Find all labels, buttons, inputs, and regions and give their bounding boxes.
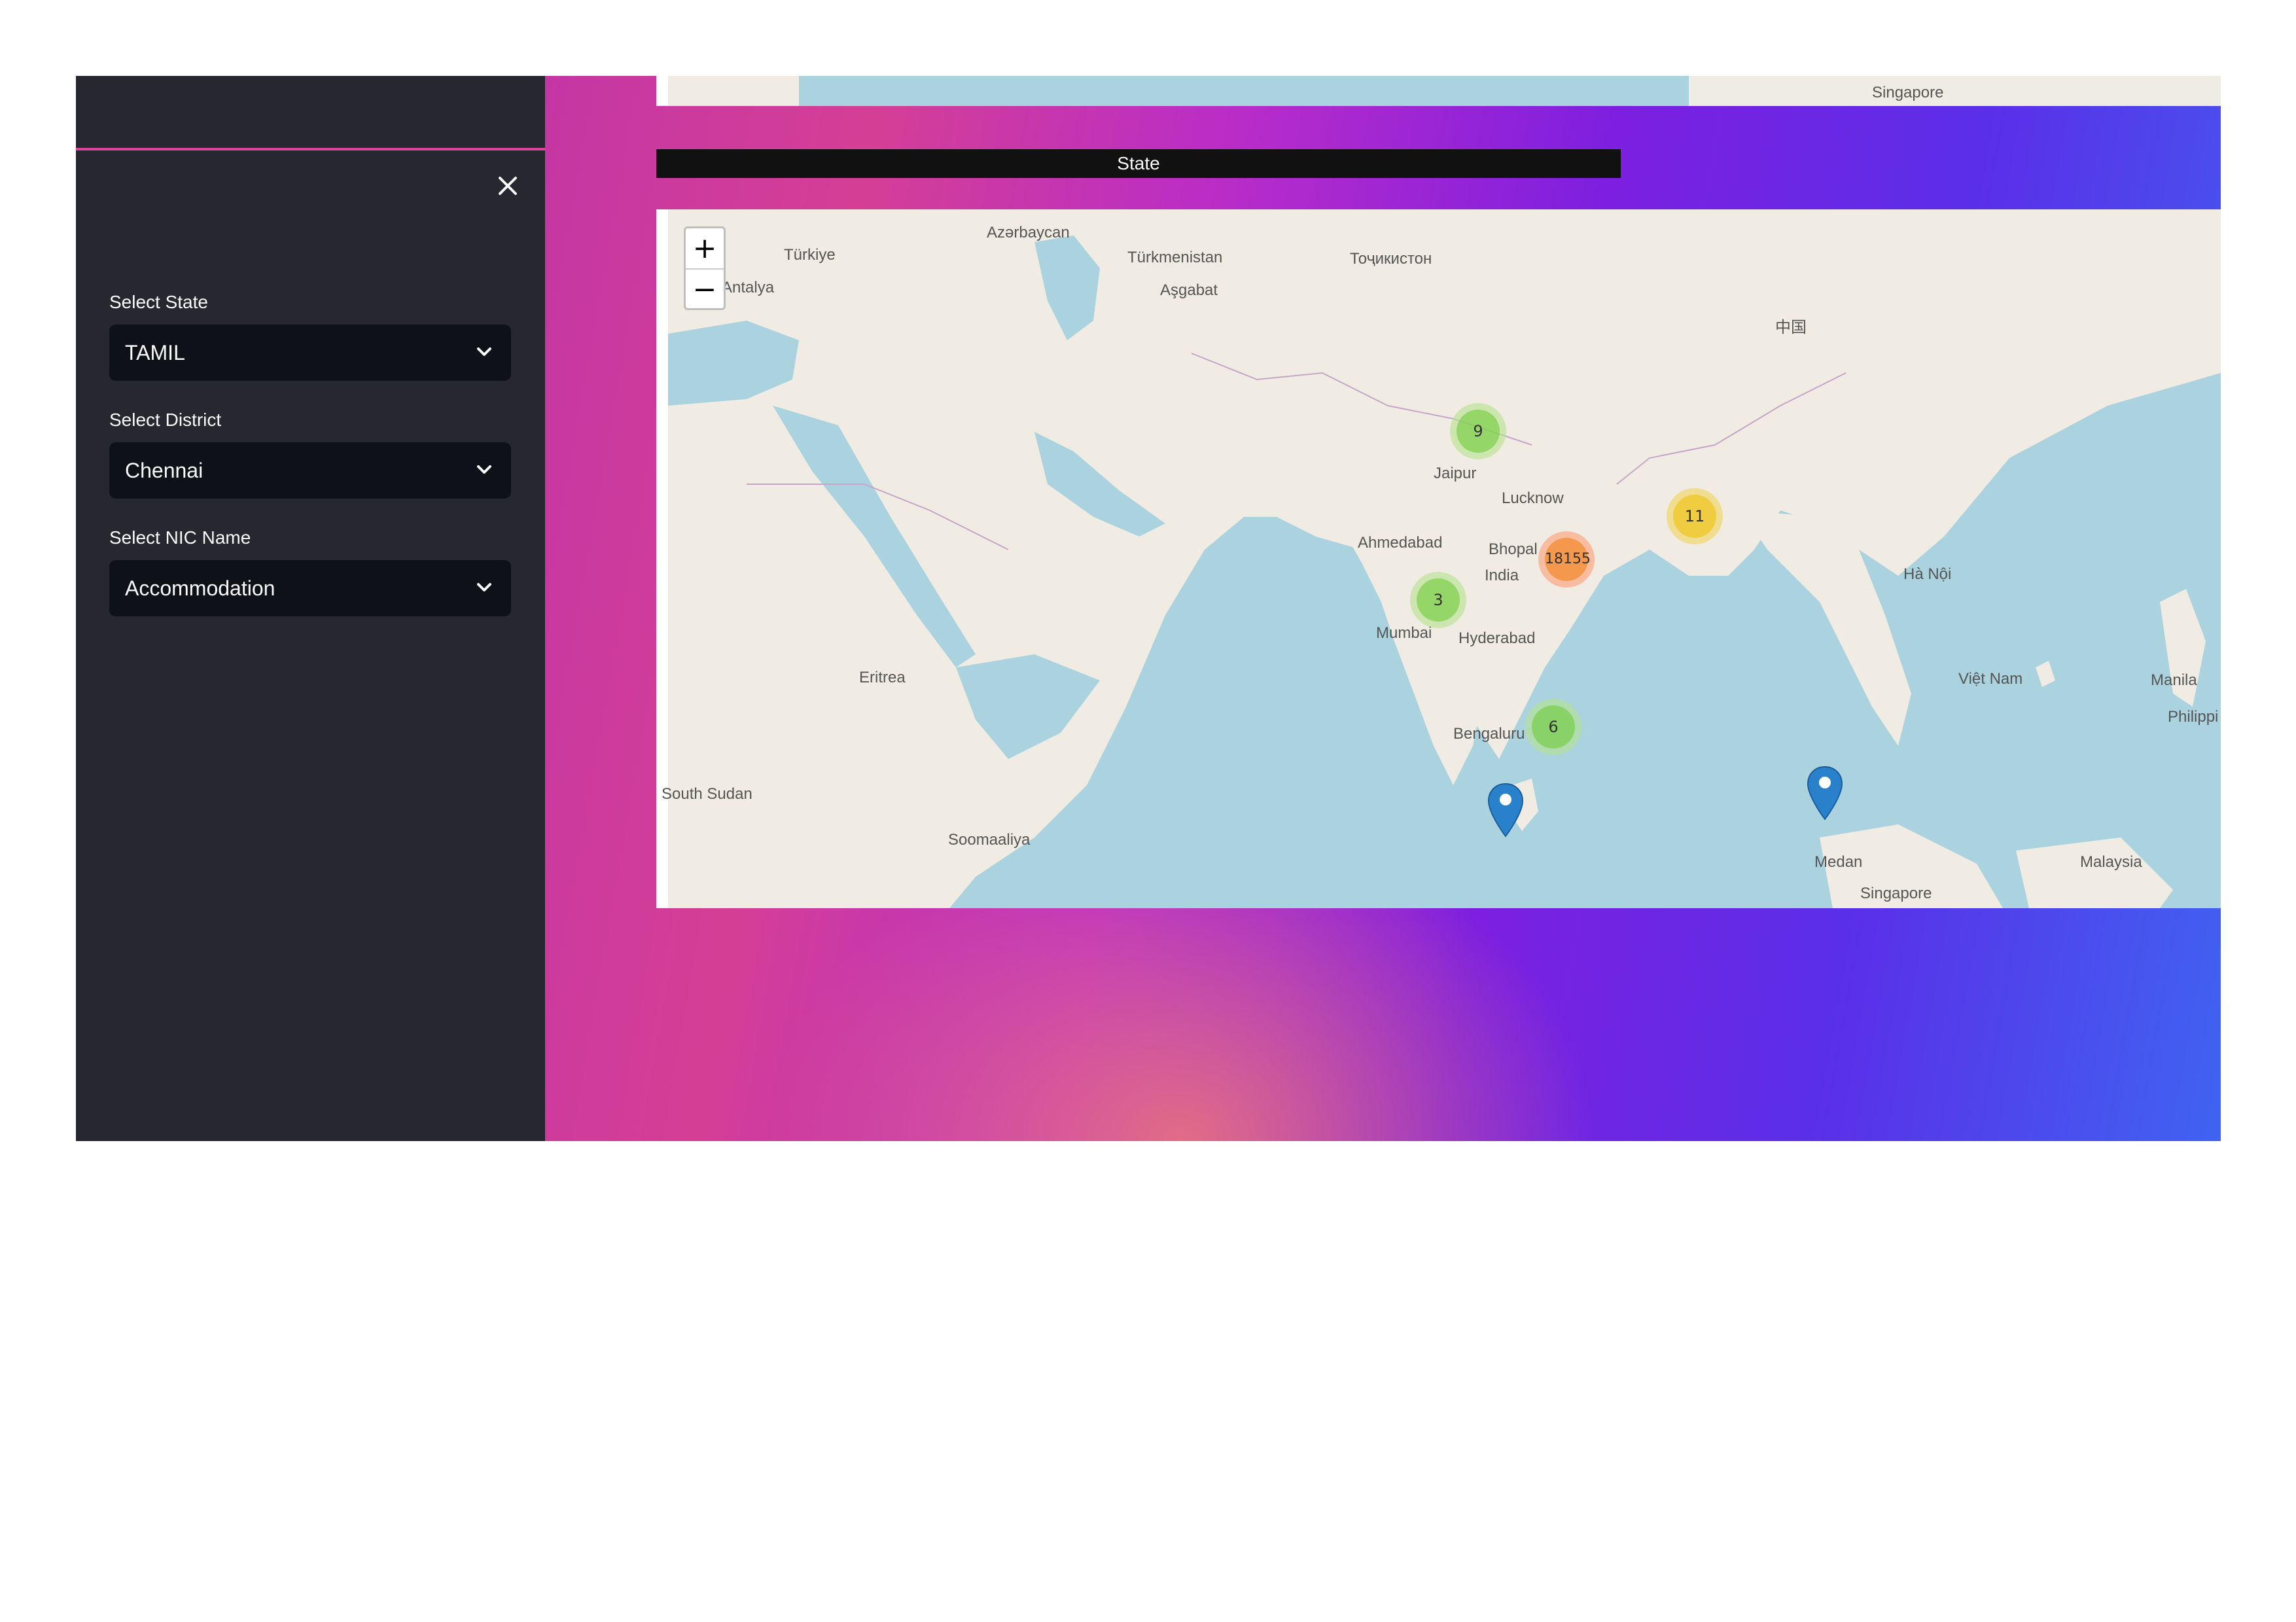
district-select-value: Chennai <box>125 459 203 482</box>
state-select[interactable]: TAMIL <box>109 325 511 381</box>
map-place-label: Mumbai <box>1376 624 1432 642</box>
map-place-label: Bengaluru <box>1453 725 1525 743</box>
nic-select-label: Select NIC Name <box>109 527 251 548</box>
zoom-control: + − <box>684 226 726 310</box>
map-place-label: Singapore <box>1860 885 1932 902</box>
sidebar: Select State TAMIL Select District Chenn… <box>76 76 545 1141</box>
cluster-count: 3 <box>1417 578 1460 622</box>
section-title: State <box>656 149 1621 178</box>
state-select-value: TAMIL <box>125 341 185 364</box>
cluster-count: 11 <box>1673 495 1716 538</box>
map-place-label: Türkiye <box>784 246 836 264</box>
zoom-out-button[interactable]: − <box>686 270 724 309</box>
previous-map-strip: Singapore <box>656 76 2221 106</box>
map-place-label: India <box>1485 567 1519 584</box>
map-place-label: Ahmedabad <box>1358 534 1443 552</box>
map-place-label: Hyderabad <box>1458 629 1536 647</box>
map-tiles <box>668 209 2221 908</box>
cluster-count: 6 <box>1532 705 1575 749</box>
chevron-down-icon <box>474 442 494 499</box>
marker-cluster[interactable]: 9 <box>1450 403 1506 459</box>
cluster-count: 18155 <box>1545 538 1591 581</box>
map-land <box>1689 76 2221 106</box>
app-container: Select State TAMIL Select District Chenn… <box>76 76 2221 1141</box>
map-land <box>668 76 799 106</box>
map-place-label: Azərbaycan <box>987 224 1070 241</box>
close-icon[interactable] <box>495 173 521 199</box>
location-pin-icon[interactable] <box>1475 783 1524 837</box>
zoom-in-button[interactable]: + <box>686 228 724 270</box>
location-pin-icon[interactable] <box>1795 766 1843 820</box>
map-place-label: Тоҷикистон <box>1350 250 1432 268</box>
map-place-label: Malaysia <box>2080 853 2142 871</box>
chevron-down-icon <box>474 325 494 381</box>
map-place-label: Việt Nam <box>1958 670 2023 688</box>
map-place-label: Antalya <box>722 279 775 296</box>
sidebar-header-bar <box>76 76 545 150</box>
map-place-label: Manila <box>2151 671 2197 689</box>
state-select-label: Select State <box>109 292 208 312</box>
map-place-label: Medan <box>1814 853 1863 871</box>
map-place-label: Soomaaliya <box>948 831 1031 849</box>
map-place-label: Bhopal <box>1489 540 1538 558</box>
nic-select[interactable]: Accommodation <box>109 560 511 616</box>
map-place-label: Türkmenistan <box>1127 249 1223 266</box>
map-place-label: South Sudan <box>662 785 752 803</box>
map-place-label: Hà Nội <box>1903 565 1952 583</box>
district-select[interactable]: Chennai <box>109 442 511 499</box>
marker-cluster[interactable]: 6 <box>1525 699 1581 755</box>
chevron-down-icon <box>474 560 494 616</box>
nic-select-value: Accommodation <box>125 576 275 600</box>
marker-cluster[interactable]: 18155 <box>1538 531 1595 588</box>
map-place-label: Singapore <box>1872 84 1944 101</box>
map-place-label: 中国 <box>1775 319 1807 336</box>
map-view[interactable]: Antalya Türkiye Azərbaycan Türkmenistan … <box>656 209 2221 908</box>
map-place-label: Eritrea <box>859 669 906 686</box>
district-select-label: Select District <box>109 410 222 430</box>
map-place-label: Aşgabat <box>1160 281 1218 299</box>
map-place-label: Philippi <box>2168 708 2219 726</box>
marker-cluster[interactable]: 11 <box>1667 488 1723 544</box>
marker-cluster[interactable]: 3 <box>1410 572 1466 628</box>
cluster-count: 9 <box>1457 410 1500 453</box>
map-place-label: Lucknow <box>1502 489 1564 507</box>
map-place-label: Jaipur <box>1434 465 1477 482</box>
